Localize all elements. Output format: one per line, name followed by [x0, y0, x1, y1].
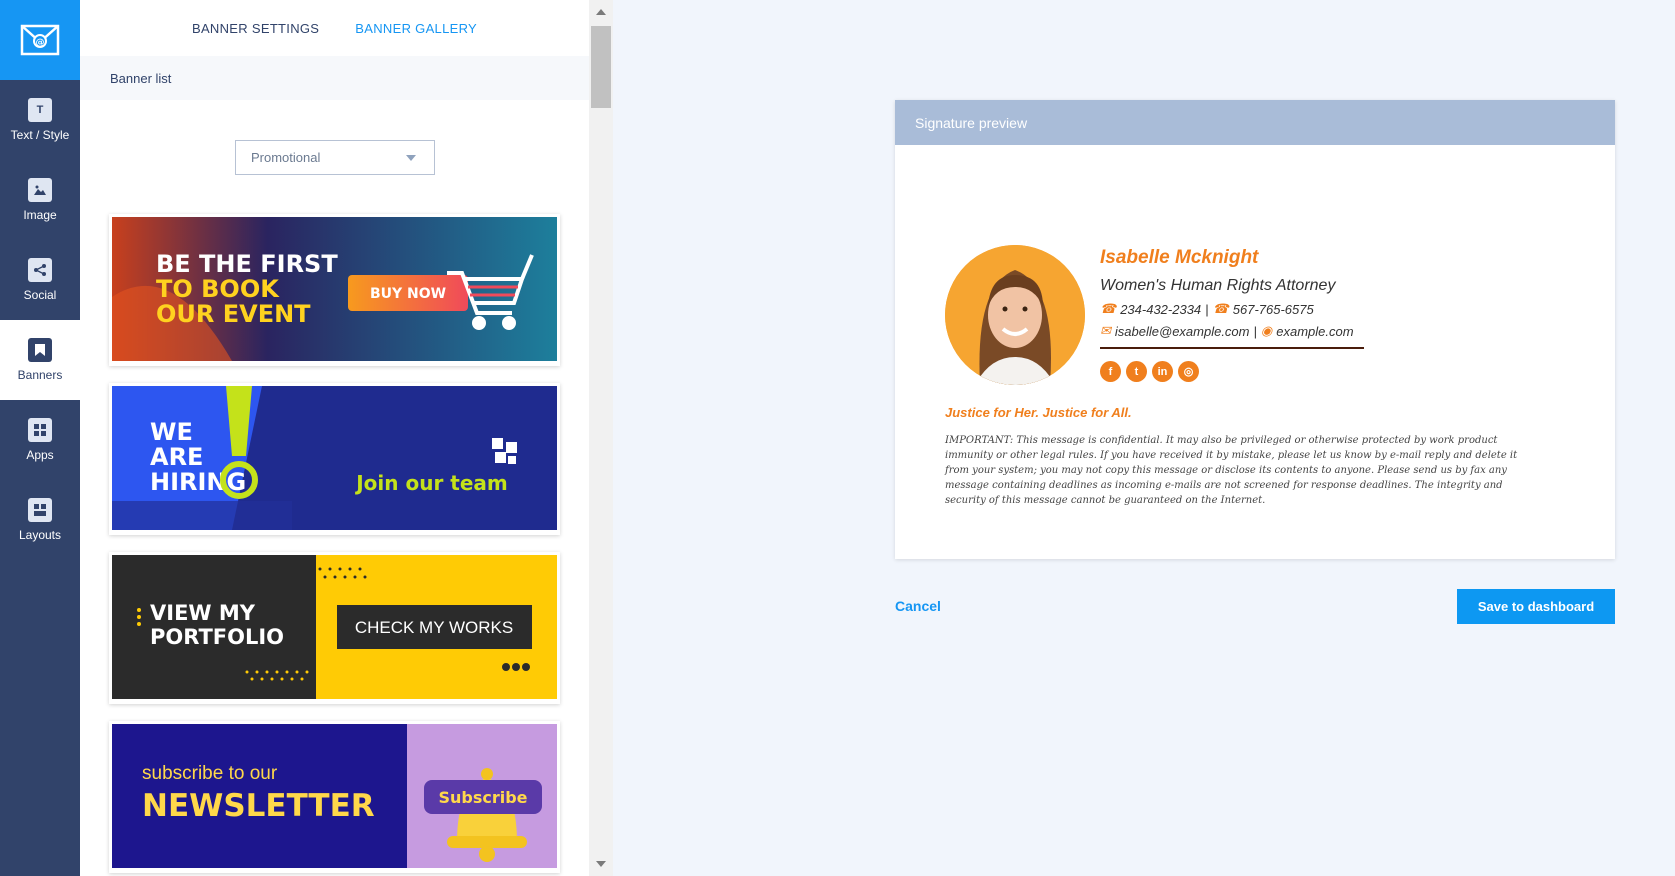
signature-divider: [1100, 347, 1364, 349]
banner-line: subscribe to our: [142, 763, 278, 784]
nav-item-label: Social: [23, 288, 57, 302]
bookmark-icon: [28, 338, 52, 362]
banner-line: PORTFOLIO: [150, 625, 284, 649]
signature-tagline: Justice for Her. Justice for All.: [945, 405, 1132, 420]
share-icon: [28, 258, 52, 282]
avatar: [945, 245, 1085, 385]
nav-item-social[interactable]: Social: [0, 240, 80, 320]
signature-disclaimer: IMPORTANT: This message is confidential.…: [945, 435, 1518, 506]
nav-item-label: Banners: [17, 368, 63, 382]
nav-item-label: Layouts: [18, 528, 62, 542]
nav-rail: @ T Text / Style Image Social Banners Ap…: [0, 0, 80, 876]
banner-line: WE: [150, 418, 193, 446]
signature-job-title: Women's Human Rights Attorney: [1100, 277, 1336, 294]
banner-event-image: BE THE FIRST TO BOOK OUR EVENT BUY NOW: [112, 217, 557, 361]
signature-preview-title: Signature preview: [915, 114, 1028, 131]
panel-scrollbar[interactable]: [589, 0, 613, 876]
banner-line: VIEW MY: [150, 601, 256, 625]
nav-item-apps[interactable]: Apps: [0, 400, 80, 480]
banner-portfolio-image: VIEW MY PORTFOLIO CHECK MY WORKS: [112, 555, 557, 699]
tab-banner-gallery[interactable]: BANNER GALLERY: [355, 21, 477, 36]
banner-newsletter-image: subscribe to our NEWSLETTER Subscribe: [112, 724, 557, 868]
signature-email[interactable]: isabelle@example.com: [1115, 324, 1250, 339]
banner-list-header: Banner list: [80, 56, 589, 100]
signature-preview: Signature preview Isabelle Mcknight Wome…: [895, 100, 1615, 559]
social-icons: f t in ◎: [1100, 361, 1400, 382]
banner-list-title: Banner list: [110, 70, 172, 86]
facebook-icon[interactable]: f: [1100, 361, 1121, 382]
banner-card[interactable]: subscribe to our NEWSLETTER Subscribe: [109, 721, 560, 873]
scroll-down-icon[interactable]: [596, 861, 606, 867]
app-logo[interactable]: @: [0, 0, 80, 80]
signature-phones: ☎ 234-432-2334 | ☎ 567-765-6575: [1100, 301, 1400, 317]
banner-button-label: Subscribe: [438, 788, 527, 807]
nav-item-banners[interactable]: Banners: [0, 320, 80, 400]
signature-phone-2: 567-765-6575: [1232, 301, 1314, 317]
banner-hiring-image: WE ARE HIRING Join our team: [112, 386, 557, 530]
banner-button-label: Join our team: [354, 471, 508, 495]
nav-item-label: Apps: [26, 448, 54, 462]
category-select-value: Promotional: [251, 150, 321, 165]
banner-card[interactable]: WE ARE HIRING Join our team: [109, 383, 560, 535]
signature-website[interactable]: example.com: [1276, 324, 1353, 339]
scroll-up-icon[interactable]: [596, 9, 606, 15]
banner-card[interactable]: BE THE FIRST TO BOOK OUR EVENT BUY NOW: [109, 214, 560, 366]
banner-card[interactable]: VIEW MY PORTFOLIO CHECK MY WORKS: [109, 552, 560, 704]
banner-line: OUR EVENT: [156, 300, 311, 328]
nav-item-image[interactable]: Image: [0, 160, 80, 240]
instagram-icon[interactable]: ◎: [1178, 361, 1199, 382]
signature-info: Isabelle Mcknight Women's Human Rights A…: [1100, 247, 1400, 382]
signature-phone-1: 234-432-2334: [1120, 301, 1202, 317]
signature-name: Isabelle Mcknight: [1100, 247, 1259, 268]
banner-line: NEWSLETTER: [142, 788, 375, 824]
banner-panel: BANNER SETTINGS BANNER GALLERY Banner li…: [80, 0, 589, 876]
scrollbar-thumb[interactable]: [591, 26, 611, 108]
envelope-icon: ✉: [1100, 323, 1111, 338]
apps-icon: [28, 418, 52, 442]
linkedin-icon[interactable]: in: [1152, 361, 1173, 382]
twitter-icon[interactable]: t: [1126, 361, 1147, 382]
banner-line: TO BOOK: [156, 275, 280, 303]
signature-contact: ✉ isabelle@example.com | ◉ example.com: [1100, 323, 1400, 339]
text-style-icon: T: [28, 98, 52, 122]
separator: |: [1205, 301, 1209, 317]
tab-banner-settings[interactable]: BANNER SETTINGS: [192, 21, 319, 36]
phone-icon: ☎: [1100, 301, 1117, 316]
signature-preview-header: Signature preview: [895, 100, 1615, 145]
panel-tabs: BANNER SETTINGS BANNER GALLERY: [80, 0, 589, 56]
chevron-down-icon: [406, 155, 416, 161]
nav-item-label: Image: [23, 208, 57, 222]
separator: |: [1253, 323, 1257, 339]
globe-icon: ◉: [1260, 323, 1273, 338]
save-to-dashboard-button[interactable]: Save to dashboard: [1457, 589, 1615, 624]
banner-button-label: BUY NOW: [370, 286, 446, 302]
banner-line: BE THE FIRST: [156, 250, 338, 278]
category-select[interactable]: Promotional: [235, 140, 435, 175]
email-signature-logo-icon: @: [20, 24, 60, 56]
phone-icon: ☎: [1212, 301, 1229, 316]
nav-item-layouts[interactable]: Layouts: [0, 480, 80, 560]
nav-item-text-style[interactable]: T Text / Style: [0, 80, 80, 160]
portrait-image: [945, 245, 1085, 385]
svg-text:@: @: [36, 38, 45, 48]
nav-item-label: Text / Style: [10, 128, 70, 142]
image-icon: [28, 178, 52, 202]
banner-button-label: CHECK MY WORKS: [355, 618, 513, 637]
cancel-button[interactable]: Cancel: [895, 598, 941, 614]
layouts-icon: [28, 498, 52, 522]
banner-line: ARE: [150, 443, 203, 471]
